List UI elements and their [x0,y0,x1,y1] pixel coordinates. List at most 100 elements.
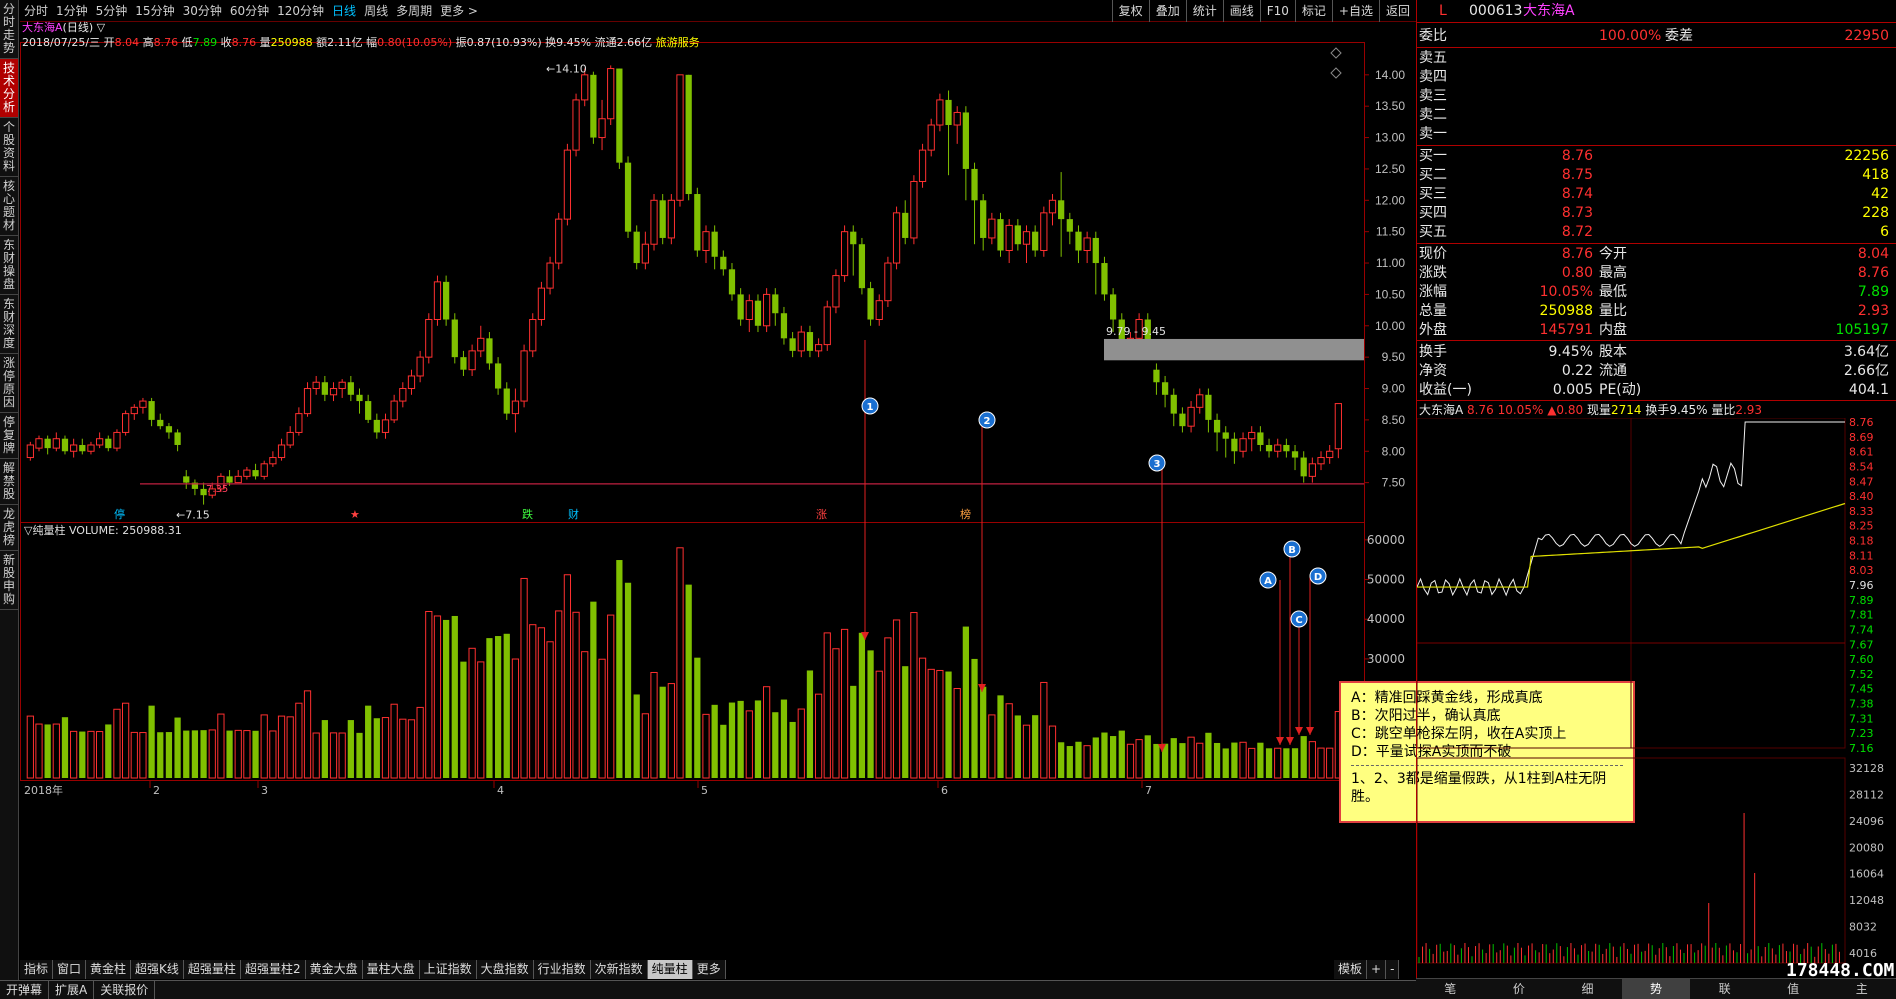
toolbar-action-2[interactable]: 统计 [1185,0,1223,22]
candle-body-down [1170,394,1177,414]
volume-bar-up [303,690,312,779]
period-tab-5[interactable]: 60分钟 [226,0,273,22]
period-tab-0[interactable]: 分时 [20,0,52,22]
toggle-diamond-icon[interactable] [1330,67,1342,79]
candle-body-up [598,118,606,139]
indicator-tab-2[interactable]: 黄金柱 [86,960,132,979]
volume-bar-down [980,686,987,778]
volume-bar-down [191,730,199,778]
mini-tab-5[interactable]: 值 [1759,979,1828,999]
mini-price-label: 8.11 [1849,549,1874,562]
toolbar-action-6[interactable]: +自选 [1331,0,1379,22]
left-tab-4[interactable]: 东财操盘 [0,236,18,295]
kline-chart[interactable]: 14.00 13.50 13.00 12.50 12.00 11.50 11.00 10.50… [20,20,1416,960]
dropdown-icon[interactable]: ▽ [97,21,105,34]
left-tab-7[interactable]: 停复牌 [0,413,18,459]
candle-body-down [174,432,181,445]
mini-tab-0[interactable]: 笔 [1416,979,1485,999]
mini-tab-2[interactable]: 细 [1553,979,1622,999]
left-tab-1[interactable]: 技术分析 [0,59,18,118]
template-controls: 模板 + - [1334,960,1400,979]
indicator-tab-13[interactable]: 更多 [692,960,726,979]
indicator-tab-3[interactable]: 超强K线 [131,960,184,979]
mini-price-label: 7.67 [1849,638,1874,651]
period-tab-1[interactable]: 1分钟 [52,0,92,22]
toolbar-action-5[interactable]: 标记 [1294,0,1332,22]
indicator-tab-9[interactable]: 大盘指数 [476,960,534,979]
candle-body-up [312,381,320,390]
stat-value-1: 250988 [1539,303,1593,319]
indicator-tab-8[interactable]: 上证指数 [419,960,477,979]
period-tab-10[interactable]: 更多 > [436,0,482,22]
mini-tab-1[interactable]: 价 [1485,979,1554,999]
indicator-tab-1[interactable]: 窗口 [53,960,87,979]
period-tab-4[interactable]: 30分钟 [179,0,226,22]
price-tick-label: 14.00 [1375,68,1405,82]
indicator-tab-6[interactable]: 黄金大盘 [305,960,363,979]
status-item-2[interactable]: 关联报价 [94,981,156,999]
indicator-tab-11[interactable]: 次新指数 [590,960,648,979]
stat-row-1: 涨跌 0.80 最高 8.76 [1419,264,1893,283]
volume-bar-up [35,723,43,779]
candle-body-up [745,300,753,321]
stat2-value-2: 404.1 [1848,382,1889,398]
period-tab-8[interactable]: 周线 [360,0,392,22]
volume-bar-up [425,611,433,779]
left-tab-2[interactable]: 个股资料 [0,118,18,177]
industry-link[interactable]: 旅游服务 [656,36,700,49]
period-tab-7[interactable]: 日线 [328,0,360,22]
candle-body-up [87,444,95,452]
stat2-value-2: 3.64亿 [1843,344,1889,360]
left-tab-3[interactable]: 核心题材 [0,177,18,236]
candle-body-up [667,199,675,239]
template-control-0[interactable]: 模板 [1334,960,1368,979]
intraday-mini-chart[interactable]: 8.76 8.69 8.618.54 8.47 8.40 8.33 8.25 8.188.11… [1417,418,1896,978]
volume-bar-down [365,705,372,778]
toolbar-action-1[interactable]: 叠加 [1148,0,1186,22]
indicator-tab-0[interactable]: 指标 [20,960,54,979]
period-tab-3[interactable]: 15分钟 [131,0,178,22]
indicator-tabs: 指标 窗口 黄金柱 超强K线 超强量柱 超强量柱2 黄金大盘 量柱大盘 上证指数 大盘指数 行业指数… [20,960,726,979]
stat-row-4: 外盘 145791 内盘 105197 [1419,321,1893,340]
period-tab-6[interactable]: 120分钟 [273,0,328,22]
candle-body-up [381,419,390,433]
price-tick-label: 9.50 [1382,350,1406,364]
status-item-1[interactable]: 扩展A [49,981,95,999]
mini-tab-4[interactable]: 联 [1690,979,1759,999]
left-tab-0[interactable]: 分时走势 [0,0,18,59]
left-tab-5[interactable]: 东财深度 [0,295,18,354]
left-tab-10[interactable]: 新股申购 [0,551,18,610]
status-item-0[interactable]: 开弹幕 [0,981,50,999]
template-control-2[interactable]: - [1386,960,1400,979]
period-tab-2[interactable]: 5分钟 [92,0,132,22]
mini-tab-3[interactable]: 势 [1621,979,1691,999]
left-tab-9[interactable]: 龙虎榜 [0,505,18,551]
toolbar-action-7[interactable]: 返回 [1378,0,1416,22]
indicator-tab-12[interactable]: 纯量柱 [647,960,693,979]
buy-vol: 6 [1880,224,1889,240]
toolbar-action-0[interactable]: 复权 [1111,0,1149,22]
volume-bar-up [295,702,303,779]
stat2-value-2: 2.66亿 [1843,363,1889,379]
candle-body-up [555,218,563,264]
left-tab-6[interactable]: 涨停原因 [0,354,18,413]
candle-body-down [1231,438,1238,452]
indicator-tab-4[interactable]: 超强量柱 [183,960,241,979]
price-tick-label: 13.50 [1375,99,1405,113]
settings-diamond-icon[interactable] [1330,47,1342,59]
volume-bar-up [1274,747,1282,779]
left-tab-8[interactable]: 解禁股 [0,459,18,505]
toolbar-action-3[interactable]: 画线 [1222,0,1260,22]
mini-tab-6[interactable]: 主 [1827,979,1896,999]
indicator-tab-10[interactable]: 行业指数 [533,960,591,979]
volume-bar-up [243,730,251,779]
toolbar-action-4[interactable]: F10 [1259,0,1295,22]
indicator-tab-7[interactable]: 量柱大盘 [362,960,420,979]
volume-bar-down [252,730,259,778]
price-tick-label: 11.50 [1376,225,1405,239]
candle-body-down [1222,432,1229,439]
low-mark-label: ←7.15 [176,509,210,522]
template-control-1[interactable]: + [1367,960,1387,979]
period-tab-9[interactable]: 多周期 [392,0,436,22]
indicator-tab-5[interactable]: 超强量柱2 [240,960,306,979]
